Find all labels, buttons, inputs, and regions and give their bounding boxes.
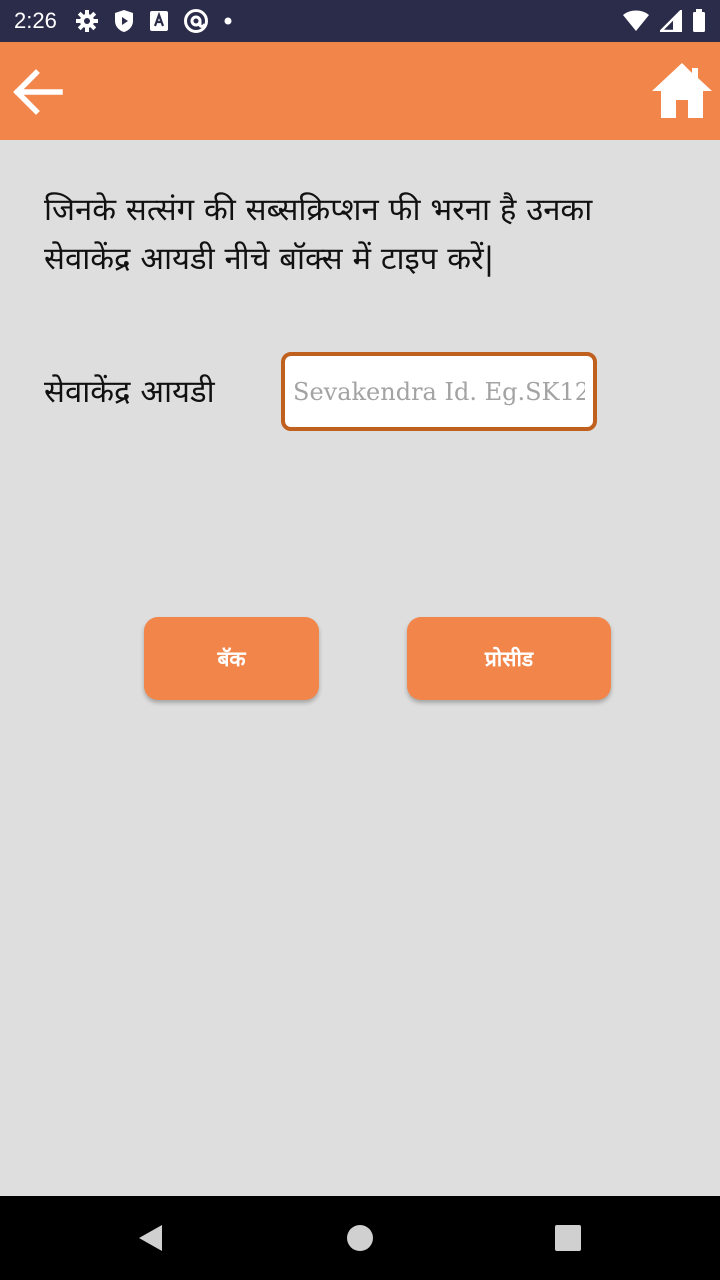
status-bar: 2:26 [0, 0, 720, 42]
back-arrow-button[interactable] [10, 64, 66, 120]
status-icons-right [622, 9, 706, 33]
nav-recents-icon [555, 1225, 581, 1251]
sevakendra-id-input[interactable] [281, 352, 597, 431]
at-sign-icon [183, 9, 208, 33]
arrow-left-icon [13, 69, 63, 115]
wifi-icon [623, 10, 649, 31]
nav-back-button[interactable] [110, 1196, 190, 1280]
a-badge-icon [149, 11, 168, 31]
status-time: 2:26 [14, 8, 57, 33]
settings-icon [75, 10, 98, 32]
nav-home-button[interactable] [320, 1196, 400, 1280]
back-button[interactable]: बॅक [144, 617, 319, 700]
battery-icon [693, 9, 705, 32]
home-icon [652, 63, 712, 118]
status-icons-left [75, 8, 233, 34]
nav-recents-button[interactable] [528, 1196, 608, 1280]
shield-play-icon [114, 10, 133, 32]
home-button[interactable] [650, 60, 714, 122]
nav-back-icon [139, 1225, 162, 1251]
app-bar [0, 42, 720, 140]
nav-home-icon [347, 1225, 373, 1251]
signal-icon [660, 10, 682, 32]
dot-icon [224, 17, 232, 25]
proceed-button[interactable]: प्रोसीड [407, 617, 611, 700]
instruction-text: जिनके सत्संग की सब्सक्रिप्शन फी भरना है … [44, 192, 593, 277]
system-nav-bar [0, 1196, 720, 1280]
sevakendra-id-label: सेवाकेंद्र आयडी [44, 374, 215, 410]
